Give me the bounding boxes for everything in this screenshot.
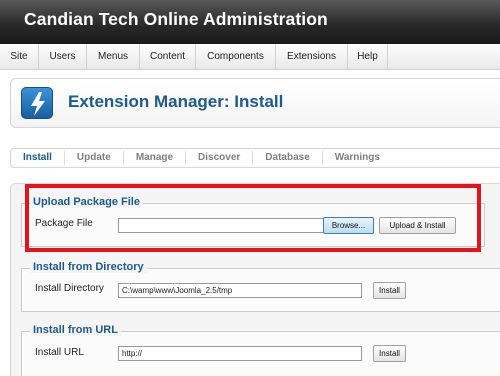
install-url-input[interactable]: http://	[118, 346, 362, 361]
tab-manage[interactable]: Manage	[124, 151, 187, 165]
menu-extensions[interactable]: Extensions	[276, 44, 348, 70]
tab-install[interactable]: Install	[11, 151, 65, 165]
install-directory-button[interactable]: Install	[373, 282, 406, 299]
tab-update[interactable]: Update	[65, 151, 124, 165]
menu-site[interactable]: Site	[0, 44, 39, 70]
install-url-legend: Install from URL	[30, 324, 121, 336]
install-directory-legend: Install from Directory	[30, 261, 147, 273]
tab-warnings[interactable]: Warnings	[323, 151, 392, 165]
highlight-annotation	[25, 184, 481, 252]
page-title: Extension Manager: Install	[68, 92, 284, 111]
admin-header: Candian Tech Online Administration	[0, 0, 500, 44]
menu-menus[interactable]: Menus	[87, 44, 140, 70]
install-directory-fieldset: Install from Directory Install Directory…	[21, 261, 500, 312]
main-menubar: Site Users Menus Content Components Exte…	[0, 44, 500, 70]
extension-lightning-icon	[21, 87, 53, 119]
menu-content[interactable]: Content	[140, 44, 196, 70]
install-url-label: Install URL	[35, 347, 84, 358]
install-directory-label: Install Directory	[35, 283, 104, 294]
tab-database[interactable]: Database	[253, 151, 323, 165]
toolbar-box: Extension Manager: Install	[10, 78, 500, 128]
install-url-fieldset: Install from URL Install URL http:// Ins…	[21, 324, 500, 376]
install-directory-input[interactable]: C:\wamp\www\Joomla_2.5/tmp	[118, 283, 362, 298]
tab-discover[interactable]: Discover	[186, 151, 254, 165]
menu-users[interactable]: Users	[39, 44, 87, 70]
install-url-button[interactable]: Install	[373, 345, 406, 362]
subnav-tabs: Install Update Manage Discover Database …	[10, 148, 500, 168]
menu-components[interactable]: Components	[196, 44, 276, 70]
site-title: Candian Tech Online Administration	[24, 9, 328, 29]
menu-help[interactable]: Help	[348, 44, 388, 70]
